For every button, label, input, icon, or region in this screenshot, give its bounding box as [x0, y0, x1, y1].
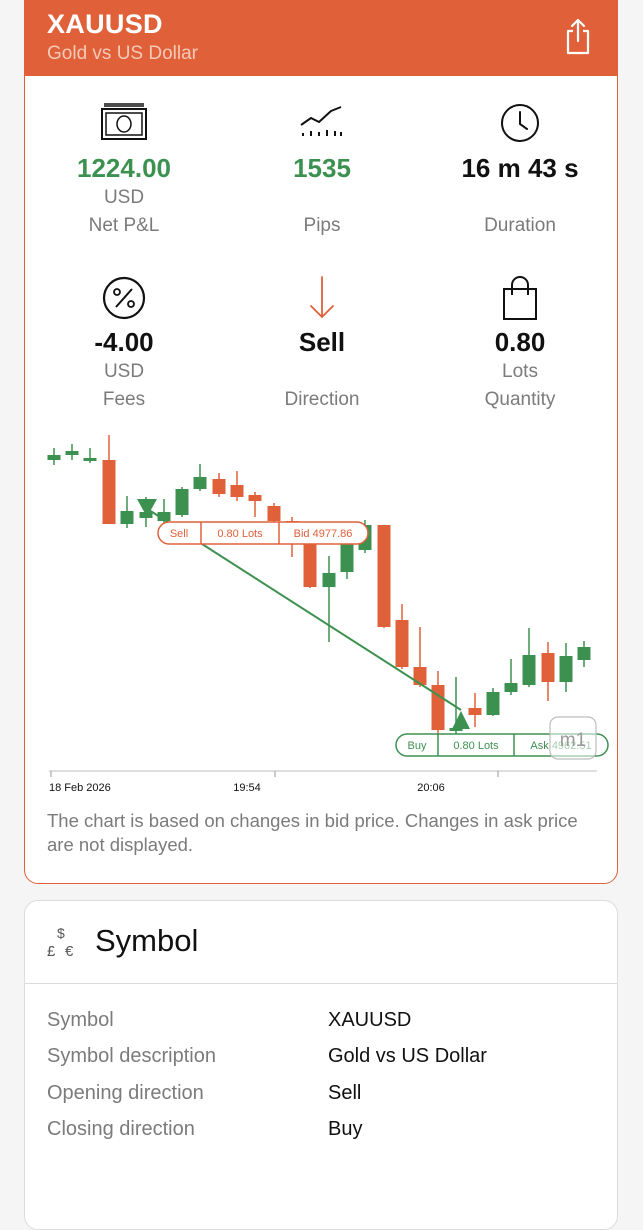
sell-tag-side: Sell [170, 528, 188, 540]
x-label-2006: 20:06 [417, 782, 445, 794]
trade-summary-card: XAUUSD Gold vs US Dollar 1224.00 USD Net… [24, 0, 618, 884]
candle-body [83, 458, 97, 461]
svg-text:€: € [65, 943, 74, 960]
timeframe-label: m1 [560, 730, 586, 751]
row-key: Symbol description [47, 1045, 216, 1067]
row-key: Symbol [47, 1009, 114, 1031]
sell-tag-lots: 0.80 Lots [217, 528, 263, 540]
candle-body [559, 656, 573, 682]
candle-body [102, 460, 116, 524]
symbol-card: $ £ € Symbol Symbol XAUUSD Symbol descri… [24, 900, 618, 1230]
candle-body [120, 511, 134, 524]
x-label-date: 18 Feb 2026 [49, 782, 111, 794]
row-value: Gold vs US Dollar [328, 1045, 487, 1067]
chart-note: The chart is based on changes in bid pri… [47, 810, 578, 855]
price-chart[interactable]: Sell 0.80 Lots Bid 4977.86 Buy 0.80 Lots… [25, 0, 618, 807]
candle-body [395, 620, 409, 667]
row-key: Opening direction [47, 1082, 204, 1104]
row-value: Sell [328, 1082, 362, 1104]
candle-body [193, 477, 207, 489]
candle-body [541, 653, 555, 682]
candle-body [340, 544, 354, 572]
candle-body [47, 455, 61, 460]
candle-body [212, 479, 226, 494]
candle-body [303, 543, 317, 587]
candle-body [248, 495, 262, 501]
svg-text:£: £ [47, 943, 56, 960]
candle-body [504, 683, 518, 692]
sell-tag-price: Bid 4977.86 [294, 528, 353, 540]
candle-body [65, 451, 79, 455]
buy-exit-marker [452, 711, 470, 729]
candlestick-series [47, 435, 591, 739]
currency-icon: $ £ € [47, 925, 74, 960]
candle-body [175, 489, 189, 515]
candle-body [267, 506, 281, 521]
row-value: XAUUSD [328, 1009, 412, 1031]
candle-body [577, 647, 591, 660]
svg-text:$: $ [57, 925, 65, 941]
sell-tag[interactable]: Sell 0.80 Lots Bid 4977.86 [157, 521, 369, 545]
opening-direction-row: Opening direction Sell [47, 1082, 607, 1112]
symbol-description-row: Symbol description Gold vs US Dollar [47, 1045, 607, 1075]
symbol-card-title: Symbol [95, 923, 199, 958]
candle-body [468, 708, 482, 715]
candle-body [413, 667, 427, 685]
candle-body [377, 525, 391, 627]
timeframe-button[interactable]: m1 [549, 716, 597, 760]
symbol-row: Symbol XAUUSD [47, 1009, 607, 1039]
x-label-1954: 19:54 [233, 782, 261, 794]
row-key: Closing direction [47, 1118, 195, 1140]
symbol-card-header: $ £ € Symbol [25, 901, 617, 984]
candle-body [322, 573, 336, 587]
candle-body [230, 485, 244, 497]
row-value: Buy [328, 1118, 363, 1140]
candle-body [486, 692, 500, 715]
buy-tag-side: Buy [408, 740, 427, 752]
candle-body [522, 655, 536, 685]
buy-tag-lots: 0.80 Lots [453, 740, 499, 752]
closing-direction-row: Closing direction Buy [47, 1118, 607, 1148]
